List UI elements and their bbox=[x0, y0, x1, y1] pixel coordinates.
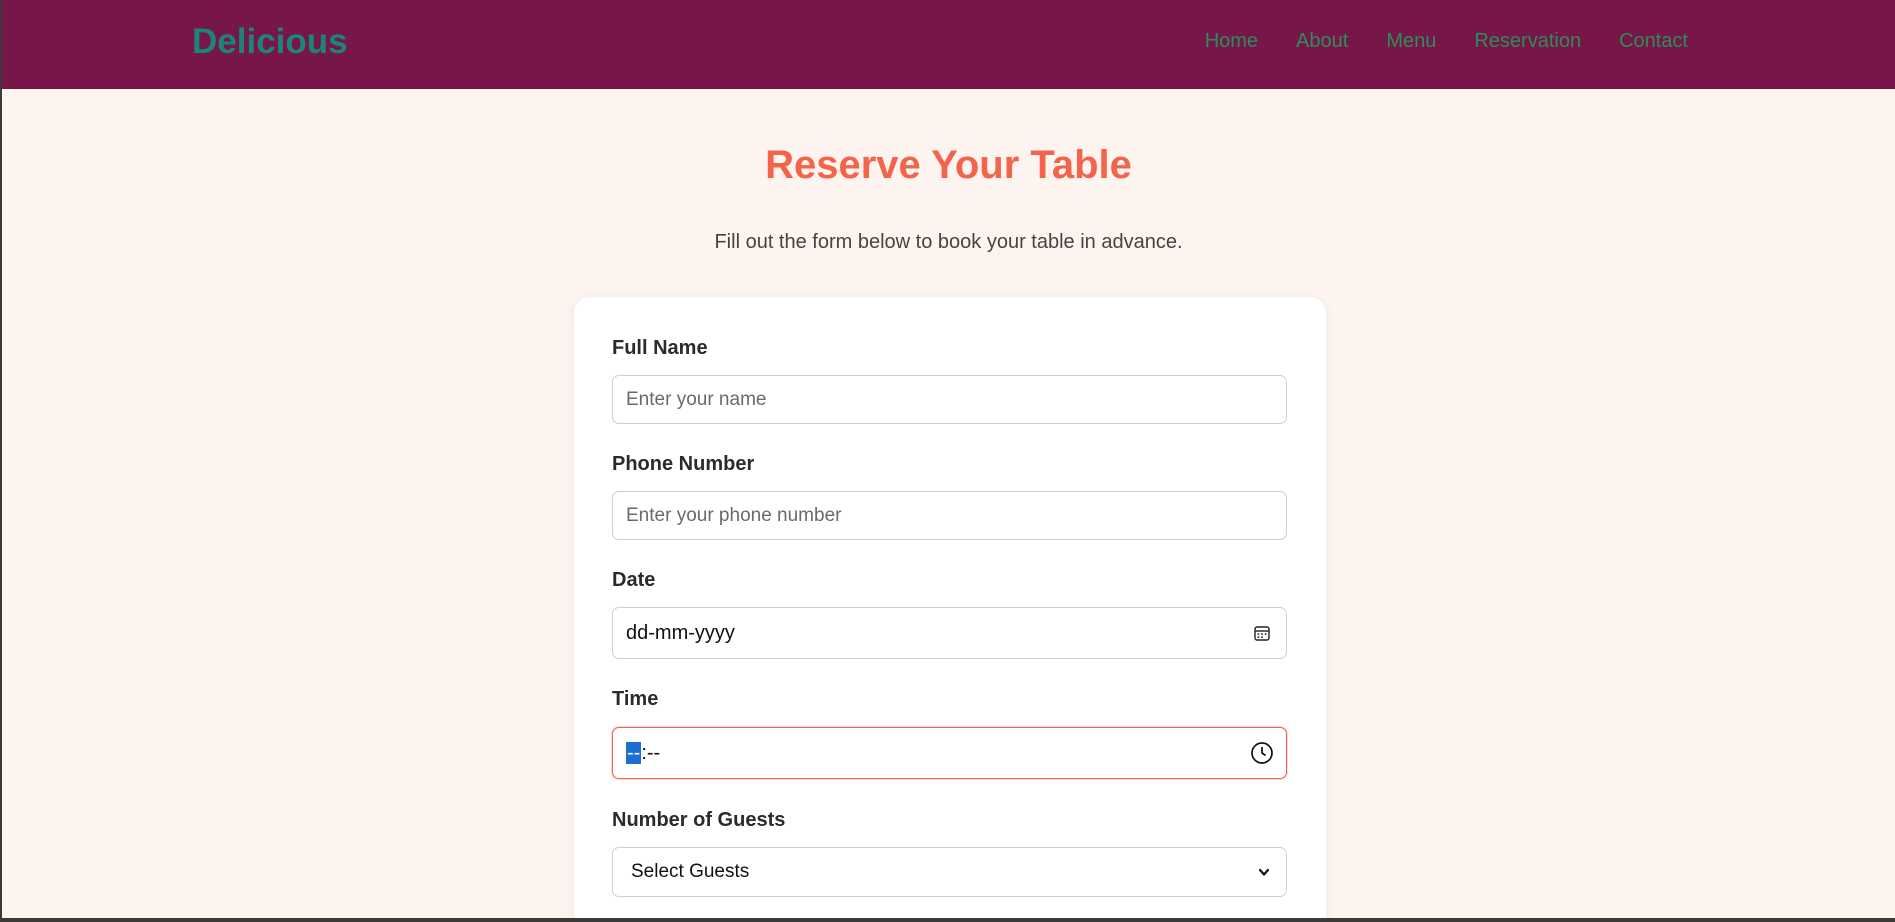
nav-link-contact[interactable]: Contact bbox=[1619, 30, 1688, 53]
page-subtitle: Fill out the form below to book your tab… bbox=[714, 231, 1183, 253]
nav-link-reservation[interactable]: Reservation bbox=[1474, 30, 1581, 53]
navbar: Delicious Home About Menu Reservation Co… bbox=[2, 0, 1895, 89]
brand-logo[interactable]: Delicious bbox=[192, 22, 348, 62]
time-minute-segment[interactable]: -- bbox=[647, 742, 660, 764]
date-input[interactable]: dd-mm-yyyy bbox=[612, 607, 1287, 659]
reservation-form: Full Name Phone Number Date dd-mm-yyyy T… bbox=[574, 297, 1326, 918]
full-name-input[interactable] bbox=[612, 375, 1287, 424]
guests-selected-value: Select Guests bbox=[631, 861, 750, 882]
guests-label: Number of Guests bbox=[612, 809, 786, 831]
nav-link-about[interactable]: About bbox=[1296, 30, 1348, 53]
nav-link-home[interactable]: Home bbox=[1205, 30, 1258, 53]
page-title: Reserve Your Table bbox=[765, 143, 1132, 187]
nav-links: Home About Menu Reservation Contact bbox=[1205, 30, 1688, 53]
time-input[interactable]: --:-- bbox=[612, 727, 1287, 779]
time-value: --:-- bbox=[626, 741, 660, 765]
phone-input[interactable] bbox=[612, 491, 1287, 540]
clock-icon[interactable] bbox=[1250, 741, 1274, 765]
date-label: Date bbox=[612, 569, 656, 591]
chevron-down-icon bbox=[1252, 860, 1276, 884]
browser-viewport: Delicious Home About Menu Reservation Co… bbox=[2, 0, 1895, 918]
nav-link-menu[interactable]: Menu bbox=[1386, 30, 1436, 53]
time-label: Time bbox=[612, 688, 659, 710]
time-hour-segment[interactable]: -- bbox=[626, 741, 642, 764]
full-name-label: Full Name bbox=[612, 337, 708, 359]
phone-label: Phone Number bbox=[612, 453, 755, 475]
calendar-icon[interactable] bbox=[1250, 621, 1274, 645]
guests-select[interactable]: Select Guests bbox=[612, 847, 1287, 897]
date-display: dd-mm-yyyy bbox=[626, 621, 735, 644]
